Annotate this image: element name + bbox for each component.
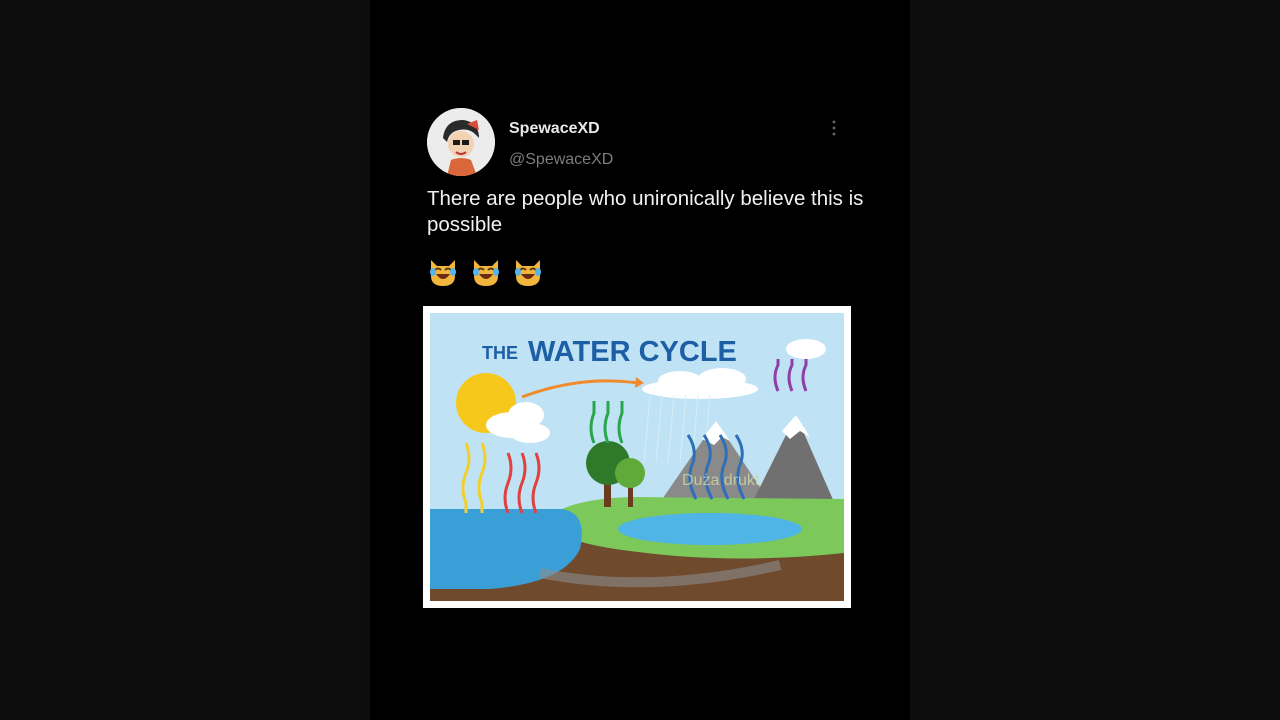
more-vertical-icon[interactable] [831,120,837,137]
cat-laughing-emoji [512,260,546,294]
title-small: THE [482,343,518,363]
avatar[interactable] [427,108,495,176]
display-name[interactable]: SpewaceXD [509,120,600,138]
user-handle[interactable]: @SpewaceXD [509,151,613,169]
watermark: Duża drukt [682,472,760,489]
tweet-image[interactable]: THE WATER CYCLE Duża drukt [423,306,851,608]
cat-laughing-emoji [470,260,513,294]
tweet-text: There are people who unironically believ… [427,187,864,236]
title-large: WATER CYCLE [528,336,737,368]
lake [618,513,802,545]
tree [615,458,645,488]
cat-laughing-emoji [427,260,470,294]
emoji-row [427,256,546,295]
water-cycle-illustration: THE WATER CYCLE Duża drukt [430,313,844,601]
cloud-right [786,339,826,359]
